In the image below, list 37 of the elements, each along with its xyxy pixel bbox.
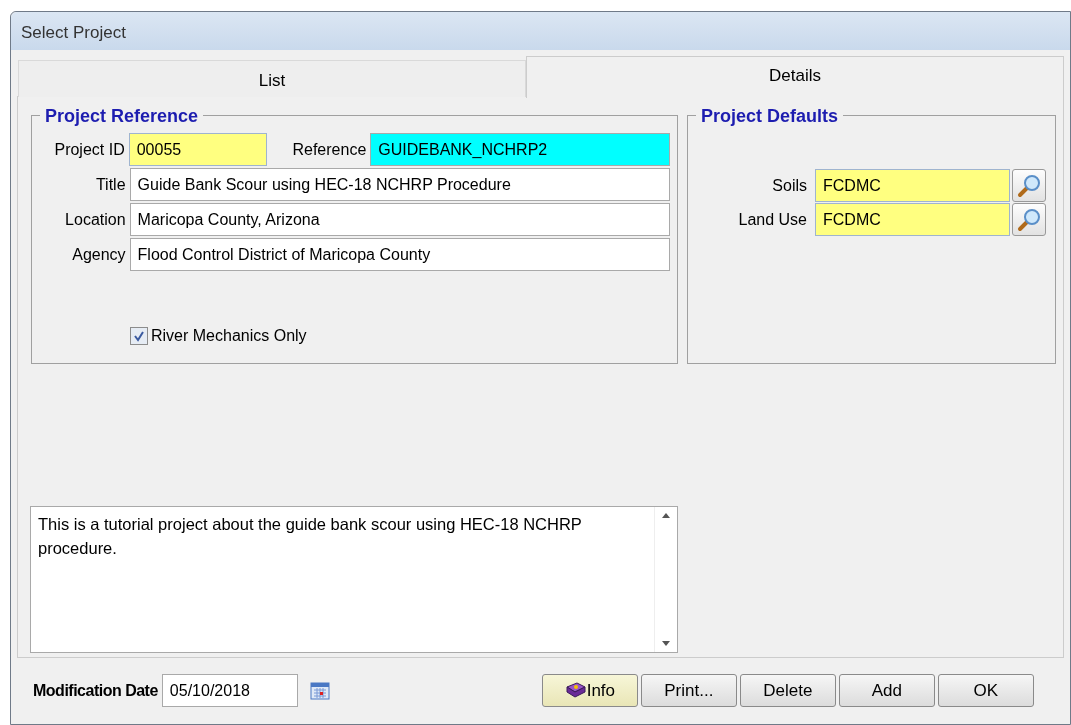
tab[interactable]: List	[18, 60, 526, 97]
dialog-button[interactable]: Delete	[739, 674, 836, 707]
book-icon	[564, 680, 587, 699]
window-title: Select Project	[21, 23, 126, 42]
calendar-icon[interactable]	[309, 681, 330, 700]
field-label: Modification Date	[33, 680, 158, 701]
notes-text: This is a tutorial project about the guide bank scour using HEC-18 NCHRP procedure.	[37, 514, 583, 559]
lookup-button[interactable]	[1012, 169, 1046, 202]
field-label: Location	[64, 209, 126, 230]
dialog-button[interactable]: OK	[937, 674, 1034, 707]
text-field[interactable]: FCDMC	[815, 169, 1010, 202]
field-label: Title	[94, 174, 126, 195]
field-label: Project ID	[53, 139, 125, 160]
date-field[interactable]: 05/10/2018	[161, 674, 298, 707]
dialog-button[interactable]: Print...	[640, 674, 737, 707]
checkbox-label: River Mechanics Only	[151, 326, 307, 346]
checkbox[interactable]	[130, 327, 148, 345]
text-field[interactable]: Guide Bank Scour using HEC-18 NCHRP Procedure	[129, 168, 670, 201]
reference-field[interactable]: GUIDEBANK_NCHRP2	[370, 133, 670, 166]
text-field[interactable]: Maricopa County, Arizona	[129, 203, 670, 236]
scroll-down-icon[interactable]	[662, 641, 670, 646]
scroll-up-icon[interactable]	[662, 513, 670, 518]
text-field[interactable]: FCDMC	[815, 203, 1010, 236]
notes-field[interactable]: This is a tutorial project about the guide bank scour using HEC-18 NCHRP procedure.	[30, 506, 678, 653]
checkmark-icon	[133, 330, 145, 342]
tab[interactable]: Details	[526, 56, 1064, 98]
dialog-button[interactable]: Add	[838, 674, 935, 707]
field-label: Soils	[772, 175, 807, 196]
dialog-button[interactable]: Info	[541, 674, 638, 707]
field-label: Land Use	[738, 209, 807, 230]
lookup-button[interactable]	[1012, 203, 1046, 236]
text-field[interactable]: Flood Control District of Maricopa County	[129, 238, 670, 271]
field-label: Agency	[71, 244, 126, 265]
search-icon	[1016, 172, 1042, 199]
field-label: Reference	[291, 139, 367, 160]
search-icon	[1016, 206, 1042, 233]
project-id-field[interactable]: 00055	[128, 133, 267, 166]
